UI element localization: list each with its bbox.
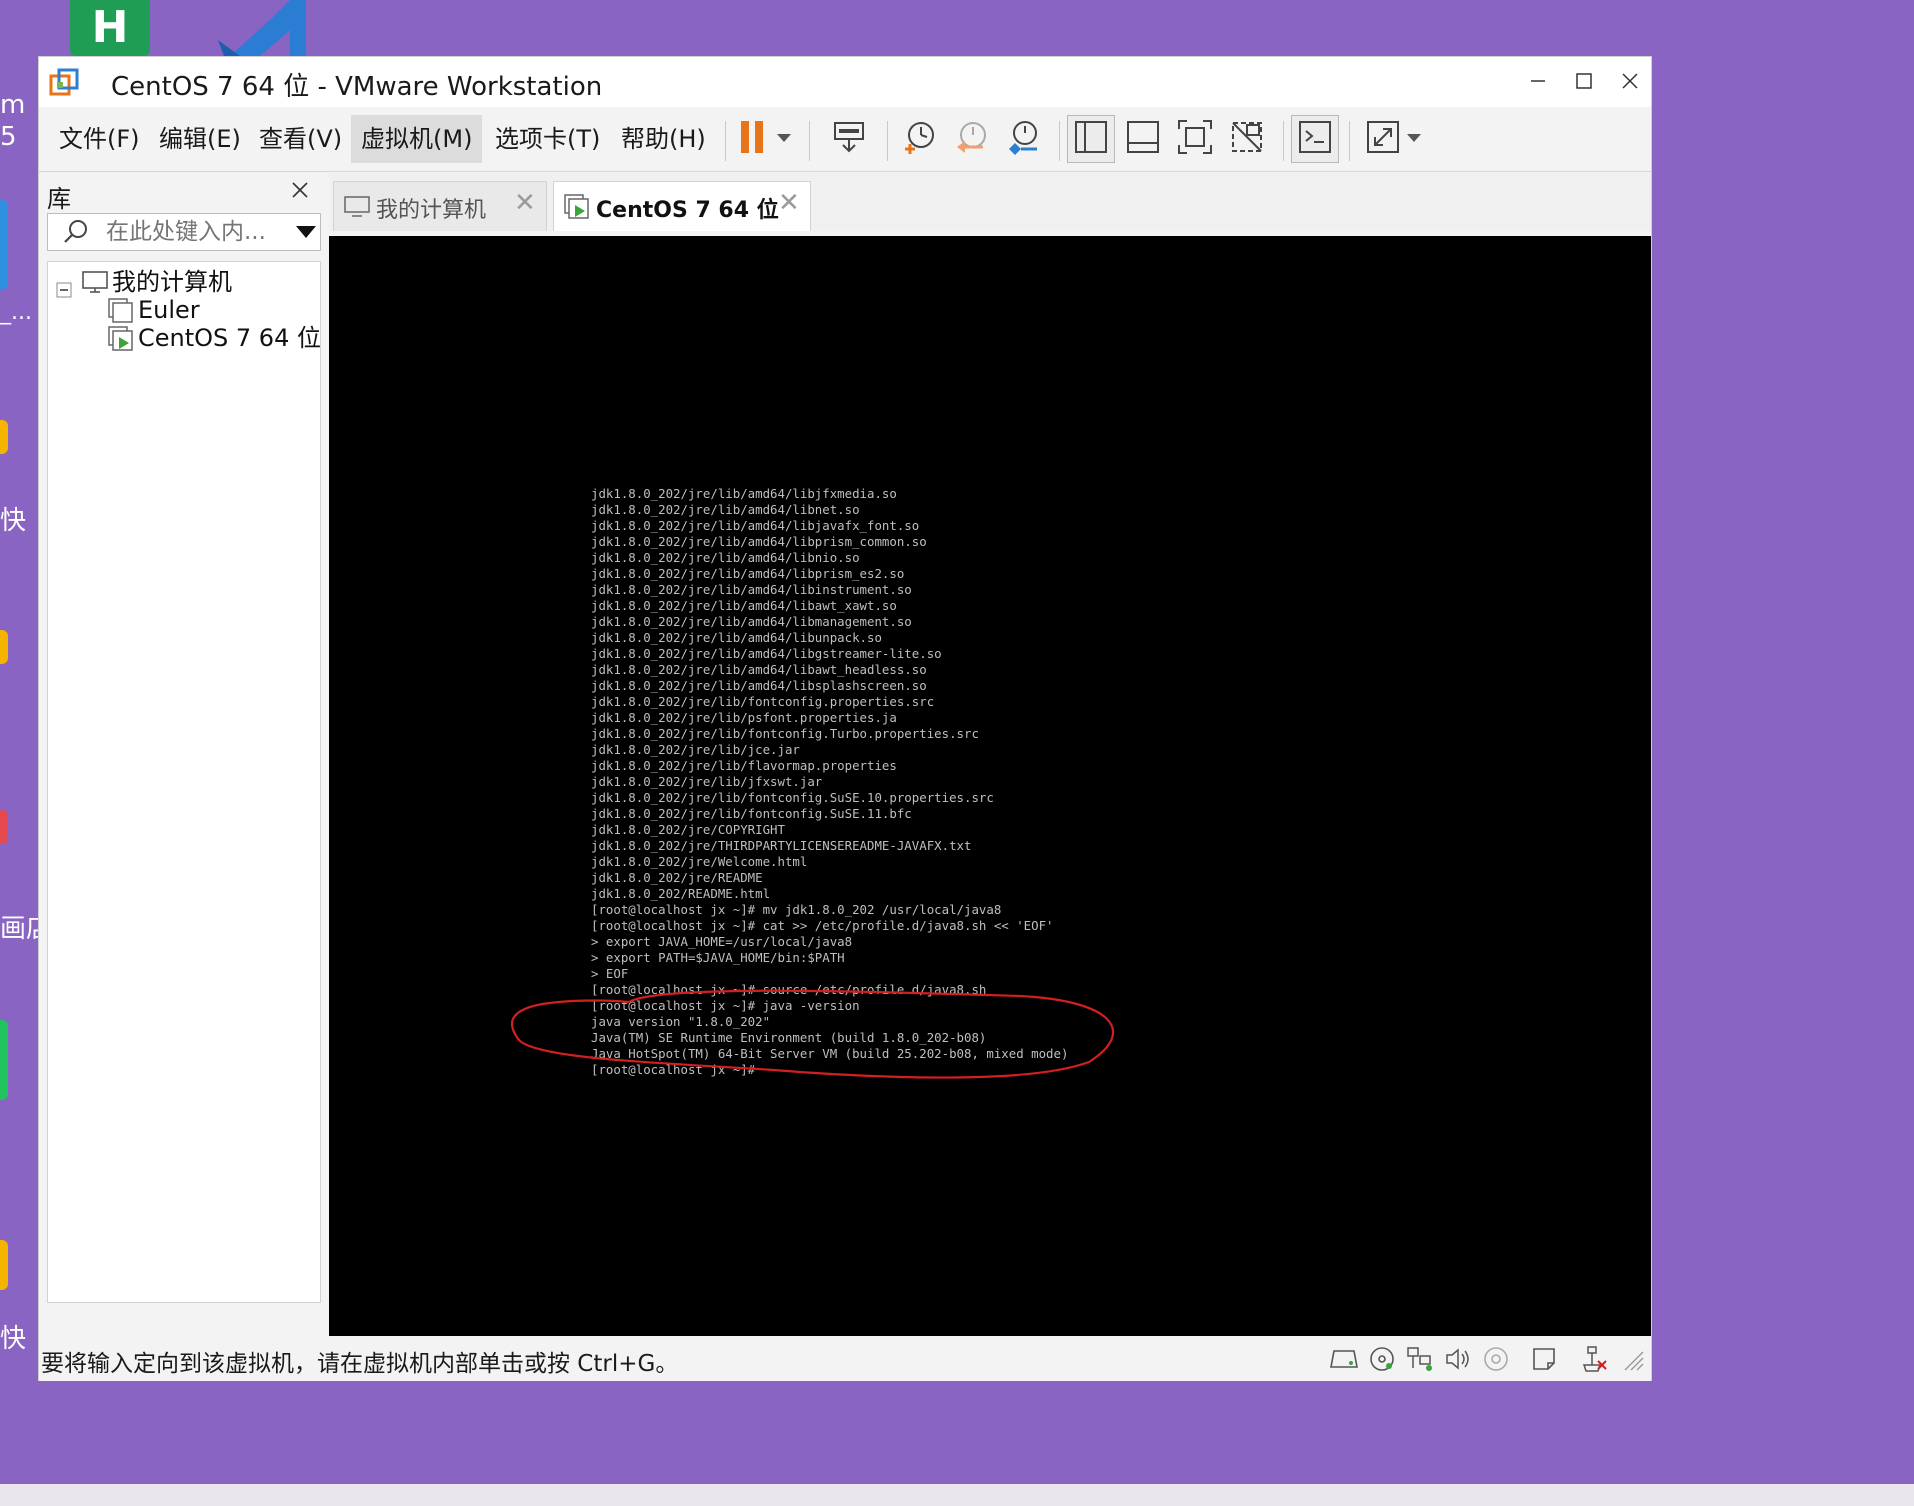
usb-disconnected-icon[interactable]	[1579, 1345, 1609, 1373]
taskbar	[0, 1484, 1914, 1506]
close-icon[interactable]: ✕	[778, 188, 800, 218]
computer-icon	[82, 270, 108, 302]
maximize-button[interactable]	[1563, 63, 1605, 99]
desktop-app-icon[interactable]	[0, 1020, 8, 1100]
send-ctrl-alt-del-button[interactable]	[825, 115, 873, 163]
library-title: 库	[47, 185, 71, 213]
computer-icon	[344, 196, 370, 222]
snapshot-icon	[901, 119, 937, 159]
menu-edit[interactable]: 编辑(E)	[149, 115, 251, 163]
title-bar[interactable]: CentOS 7 64 位 - VMware Workstation	[39, 57, 1651, 107]
desktop-label: 快	[0, 506, 27, 536]
revert-snapshot-button[interactable]	[947, 115, 995, 163]
library-close-icon[interactable]	[291, 177, 309, 205]
chevron-down-icon[interactable]	[296, 226, 316, 238]
toolbar-separator	[1059, 121, 1060, 161]
menu-tabs[interactable]: 选项卡(T)	[485, 115, 610, 163]
message-icon[interactable]	[1529, 1345, 1559, 1373]
close-button[interactable]	[1609, 63, 1651, 99]
cd-rom-icon[interactable]	[1367, 1345, 1397, 1373]
menu-vm[interactable]: 虚拟机(M)	[351, 115, 483, 163]
show-library-button[interactable]	[1067, 115, 1115, 163]
stretch-guest-button[interactable]	[1363, 115, 1427, 163]
desktop-label: _...	[0, 300, 32, 325]
sound-icon[interactable]	[1443, 1345, 1473, 1373]
tab-centos[interactable]: CentOS 7 64 位 ✕	[553, 181, 811, 231]
desktop-label: 快	[0, 1324, 27, 1354]
search-icon	[62, 218, 90, 250]
minimize-button[interactable]	[1517, 63, 1559, 99]
collapse-icon[interactable]	[56, 274, 72, 306]
menu-bar: 文件(F) 编辑(E) 查看(V) 虚拟机(M) 选项卡(T) 帮助(H)	[39, 107, 1651, 172]
vmware-logo-icon	[49, 68, 79, 98]
desktop-app-icon[interactable]	[0, 1240, 8, 1290]
toolbar-separator	[1283, 121, 1284, 161]
thumbnail-bar-icon	[1125, 119, 1161, 159]
desktop-label: 5	[0, 122, 17, 152]
tree-item-label: CentOS 7 64 位	[138, 324, 321, 352]
desktop-app-icon[interactable]	[0, 810, 8, 844]
desktop-app-icon-green[interactable]: H	[70, 0, 150, 56]
desktop-app-icon[interactable]	[0, 200, 8, 290]
snapshot-manager-button[interactable]	[999, 115, 1047, 163]
status-bar: 要将输入定向到该虚拟机，请在虚拟机内部单击或按 Ctrl+G。	[39, 1337, 1651, 1381]
fullscreen-icon	[1177, 119, 1213, 159]
desktop-app-icon[interactable]	[0, 630, 8, 664]
toolbar-separator	[1349, 121, 1350, 161]
menu-view[interactable]: 查看(V)	[249, 115, 352, 163]
console-view-icon	[1297, 119, 1333, 159]
tab-strip: 我的计算机 ✕ CentOS 7 64 位 ✕	[329, 173, 1651, 231]
show-library-icon	[1073, 119, 1109, 159]
menu-file[interactable]: 文件(F)	[49, 115, 150, 163]
cd-icon[interactable]	[1481, 1345, 1511, 1373]
pause-icon	[735, 117, 799, 161]
toolbar-separator	[887, 121, 888, 161]
snapshot-manager-icon	[1005, 119, 1041, 159]
desktop-label: m	[0, 90, 26, 120]
vm-running-icon	[564, 194, 590, 224]
resize-grip-icon[interactable]	[1617, 1345, 1647, 1373]
library-search	[47, 213, 321, 251]
desktop-app-icon-vscode[interactable]	[210, 0, 310, 56]
library-tree: 我的计算机 Euler CentOS 7 64 位	[47, 261, 321, 1303]
revert-snapshot-icon	[953, 119, 989, 159]
library-panel: 库 我的计算机	[45, 173, 323, 1371]
menu-help[interactable]: 帮助(H)	[611, 115, 716, 163]
unity-icon	[1229, 119, 1265, 159]
tab-label: CentOS 7 64 位	[596, 198, 779, 223]
status-message: 要将输入定向到该虚拟机，请在虚拟机内部单击或按 Ctrl+G。	[41, 1351, 679, 1377]
close-icon[interactable]: ✕	[514, 188, 536, 218]
toolbar-separator	[725, 121, 726, 161]
vmware-window: CentOS 7 64 位 - VMware Workstation 文件(F)…	[38, 56, 1652, 1381]
stretch-guest-icon	[1365, 119, 1425, 159]
desktop-app-icon[interactable]	[0, 420, 8, 454]
library-search-input[interactable]	[106, 216, 276, 248]
window-title: CentOS 7 64 位 - VMware Workstation	[111, 72, 603, 102]
toolbar-separator	[809, 121, 810, 161]
fullscreen-button[interactable]	[1171, 115, 1219, 163]
vm-console[interactable]: jdk1.8.0_202/jre/lib/amd64/libjfxmedia.s…	[329, 236, 1651, 1336]
console-view-button[interactable]	[1291, 115, 1339, 163]
hard-disk-icon[interactable]	[1329, 1345, 1359, 1373]
pause-button[interactable]	[733, 115, 801, 163]
tab-label: 我的计算机	[376, 198, 487, 223]
vm-running-icon	[108, 326, 134, 360]
thumbnail-bar-button[interactable]	[1119, 115, 1167, 163]
annotation-circle	[510, 989, 1114, 1079]
take-snapshot-button[interactable]	[895, 115, 943, 163]
unity-button[interactable]	[1223, 115, 1271, 163]
network-icon[interactable]	[1405, 1345, 1435, 1373]
send-keys-icon	[831, 119, 867, 159]
tab-my-computer[interactable]: 我的计算机 ✕	[333, 181, 547, 231]
